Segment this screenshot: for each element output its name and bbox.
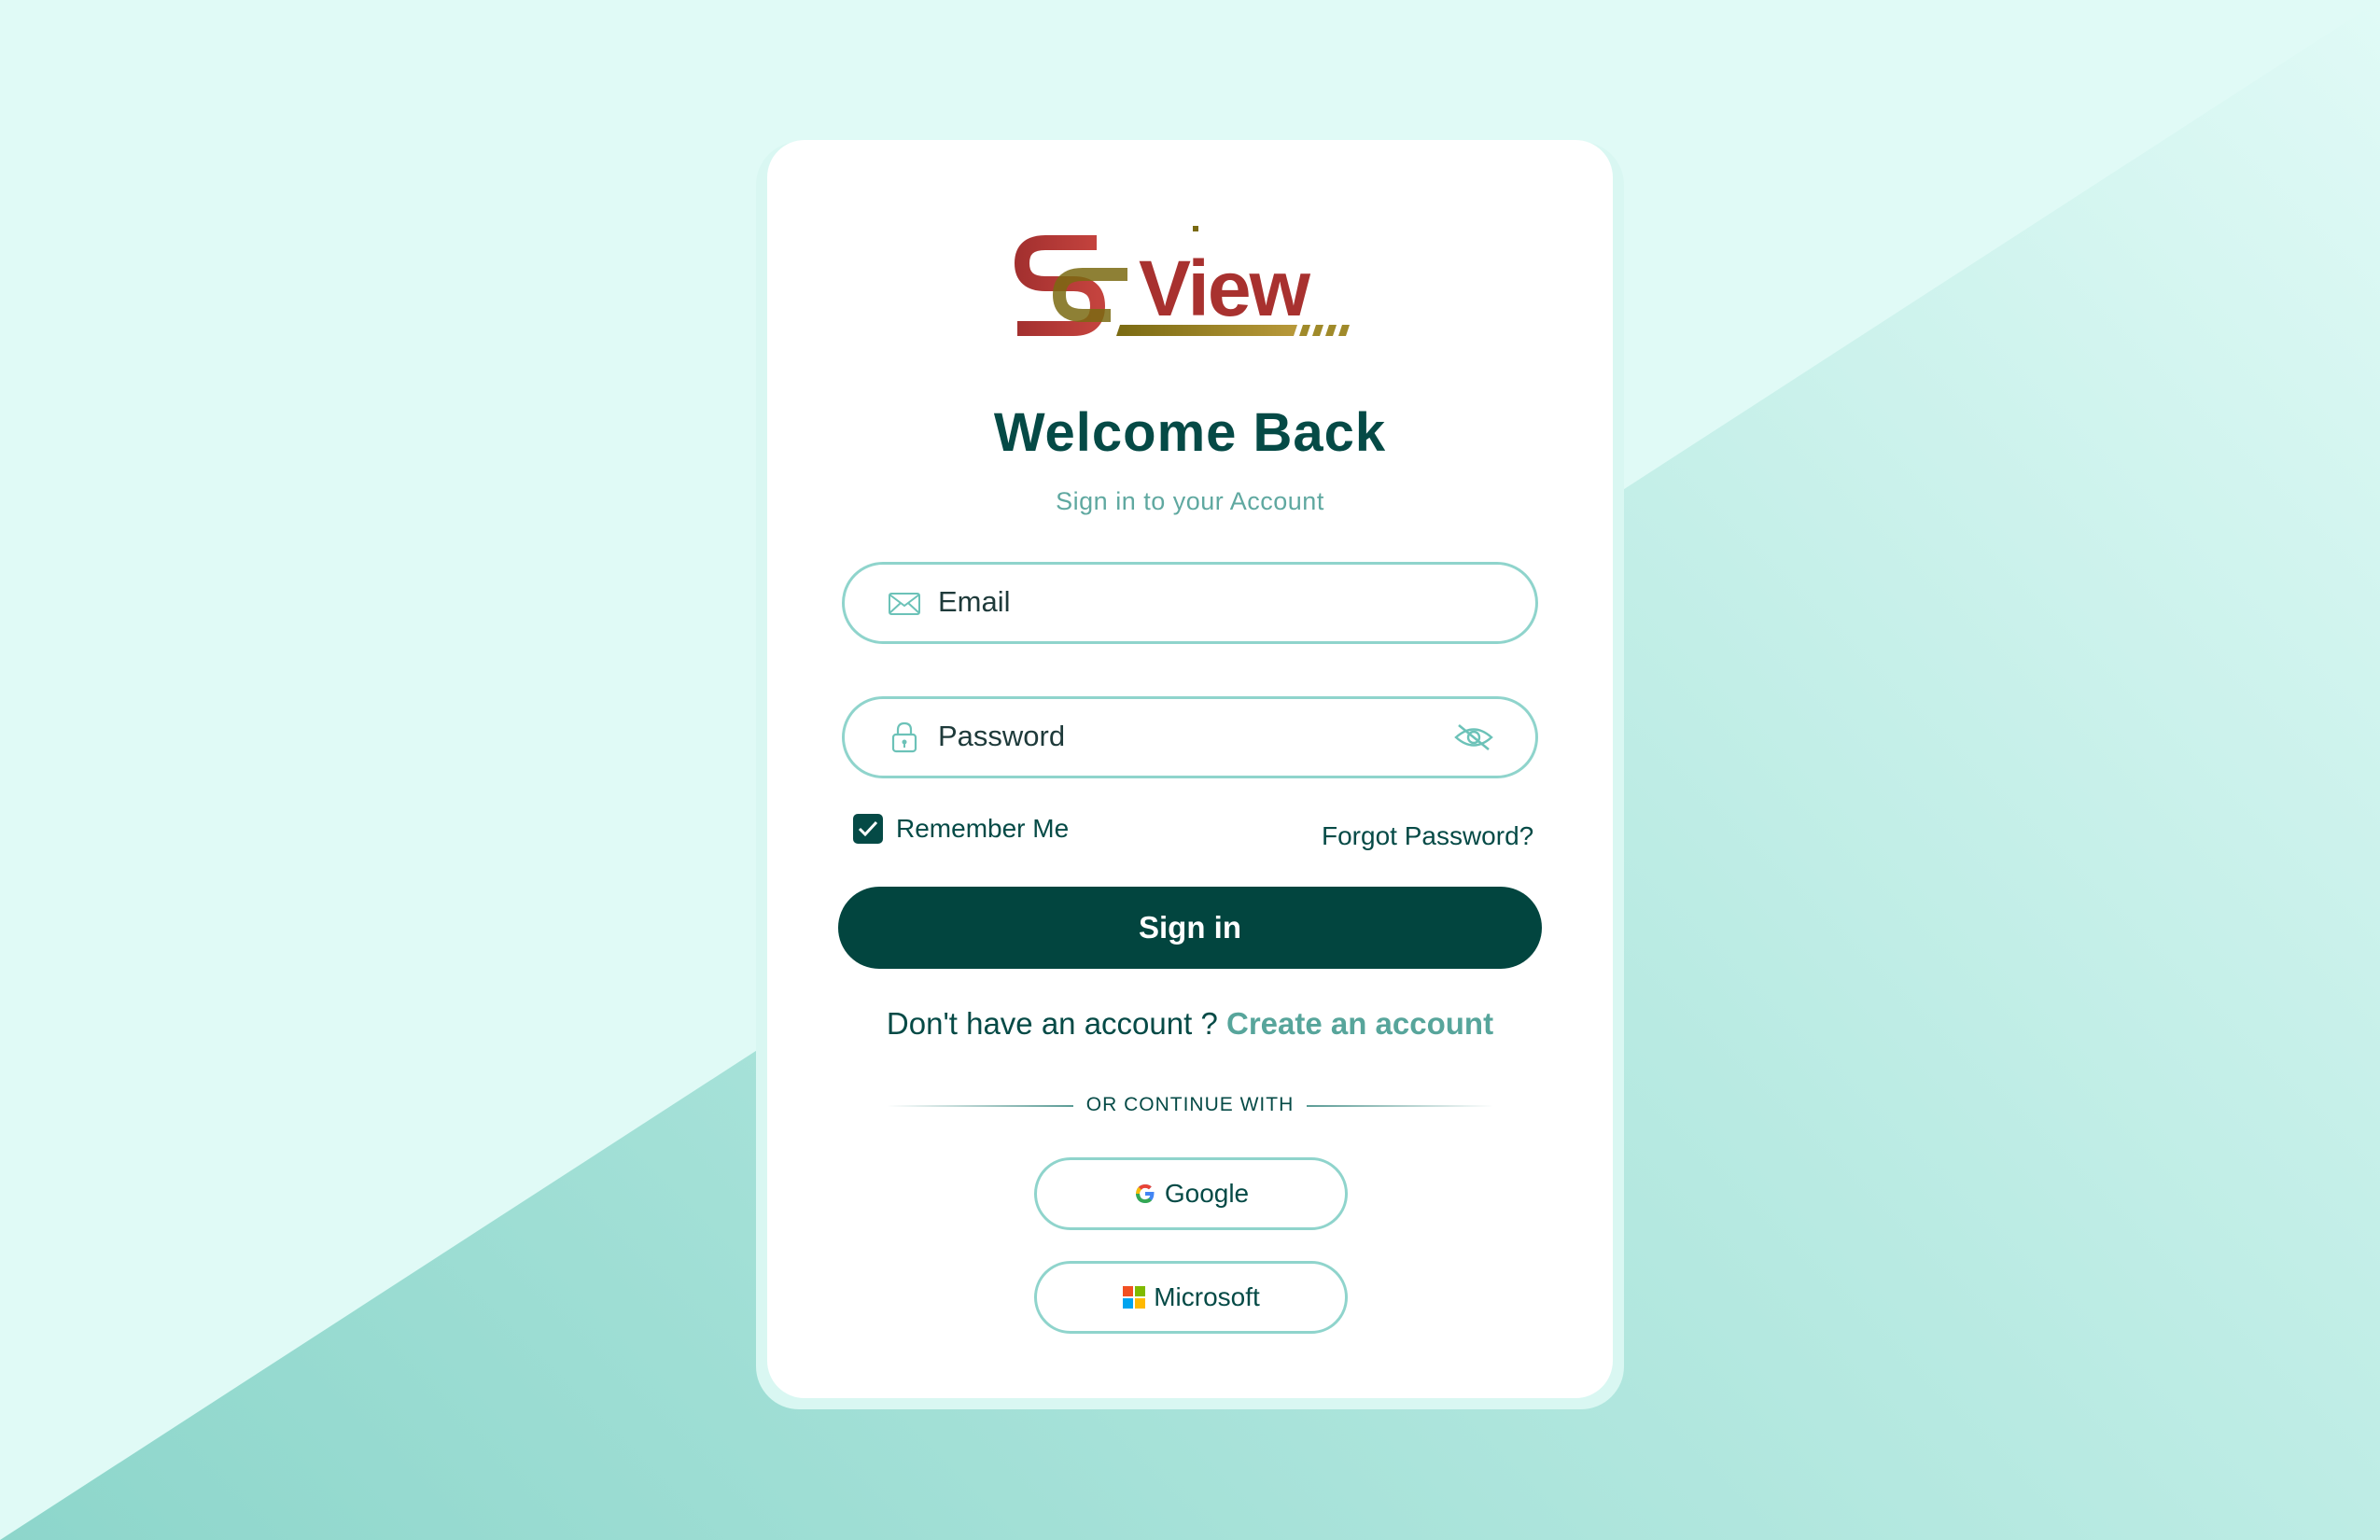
divider-line-left xyxy=(887,1105,1073,1107)
eye-slash-icon[interactable] xyxy=(1453,721,1494,753)
remember-checkbox[interactable] xyxy=(853,814,883,844)
page-subtitle: Sign in to your Account xyxy=(1056,487,1324,515)
microsoft-button[interactable]: Microsoft xyxy=(1034,1261,1348,1334)
password-field[interactable]: Password xyxy=(842,696,1538,778)
svg-text:View: View xyxy=(1139,245,1311,332)
email-field[interactable]: Email xyxy=(842,562,1538,644)
sign-in-button[interactable]: Sign in xyxy=(838,887,1542,969)
sview-logo: View xyxy=(1014,226,1350,336)
password-placeholder: Password xyxy=(938,720,1066,752)
divider-line-right xyxy=(1307,1105,1493,1107)
email-placeholder: Email xyxy=(938,585,1011,618)
remember-me[interactable]: Remember Me xyxy=(853,812,1069,846)
signup-row: Don't have an account ? Create an accoun… xyxy=(767,1006,1613,1042)
divider-text: OR CONTINUE WITH xyxy=(1085,1094,1295,1115)
envelope-icon xyxy=(889,593,920,615)
google-button[interactable]: Google xyxy=(1034,1157,1348,1230)
forgot-password-link[interactable]: Forgot Password? xyxy=(1322,821,1533,851)
microsoft-label: Microsoft xyxy=(1154,1282,1260,1311)
microsoft-icon xyxy=(1123,1286,1146,1309)
sign-in-label: Sign in xyxy=(1139,910,1241,945)
checkmark-icon xyxy=(858,820,878,837)
google-icon xyxy=(1135,1184,1155,1203)
page-title: Welcome Back xyxy=(993,402,1387,463)
lock-icon xyxy=(891,721,917,753)
google-label: Google xyxy=(1164,1179,1250,1208)
create-account-link[interactable]: Create an account xyxy=(1226,1006,1493,1041)
remember-label: Remember Me xyxy=(896,814,1070,843)
signup-prompt: Don't have an account ? xyxy=(886,1006,1218,1041)
